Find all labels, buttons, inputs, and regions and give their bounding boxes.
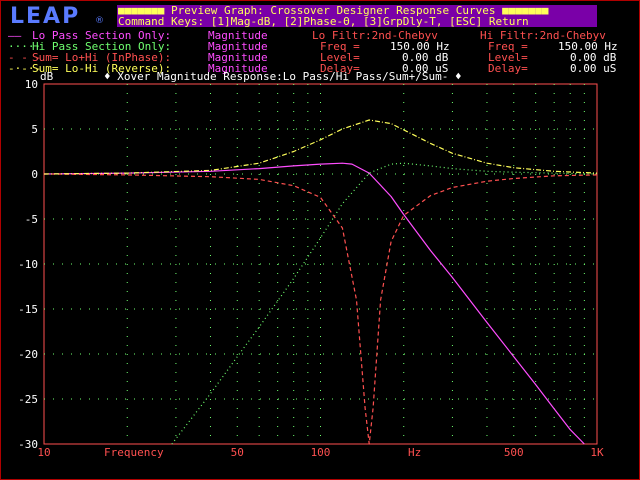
series-line-1 <box>171 162 598 445</box>
plot-grid <box>44 84 597 444</box>
y-tick-label: 10 <box>25 78 38 91</box>
y-tick-label: 5 <box>31 123 38 136</box>
x-axis-unit: Hz <box>408 446 422 459</box>
y-tick-labels: 10 5 0 -5 -10 -15 -20 -25 -30 <box>18 78 38 451</box>
magnitude-chart: 1050-5-10-15-20-25-30 10 50 100 500 1K <box>18 78 604 459</box>
y-tick-label: -5 <box>25 213 38 226</box>
y-tick-label: -30 <box>18 438 38 451</box>
x-axis-label: Frequency <box>104 446 164 459</box>
y-tick-label: 0 <box>31 168 38 181</box>
x-tick-label: 50 <box>231 446 244 459</box>
x-tick-label: 10 <box>37 446 50 459</box>
x-tick-label: 1K <box>590 446 604 459</box>
y-tick-label: -10 <box>18 258 38 271</box>
y-tick-label: -25 <box>18 393 38 406</box>
y-tick-label: -15 <box>18 303 38 316</box>
x-tick-label: 500 <box>504 446 524 459</box>
y-tick-label: -20 <box>18 348 38 361</box>
series-line-0 <box>43 162 585 445</box>
x-tick-label: 100 <box>311 446 331 459</box>
